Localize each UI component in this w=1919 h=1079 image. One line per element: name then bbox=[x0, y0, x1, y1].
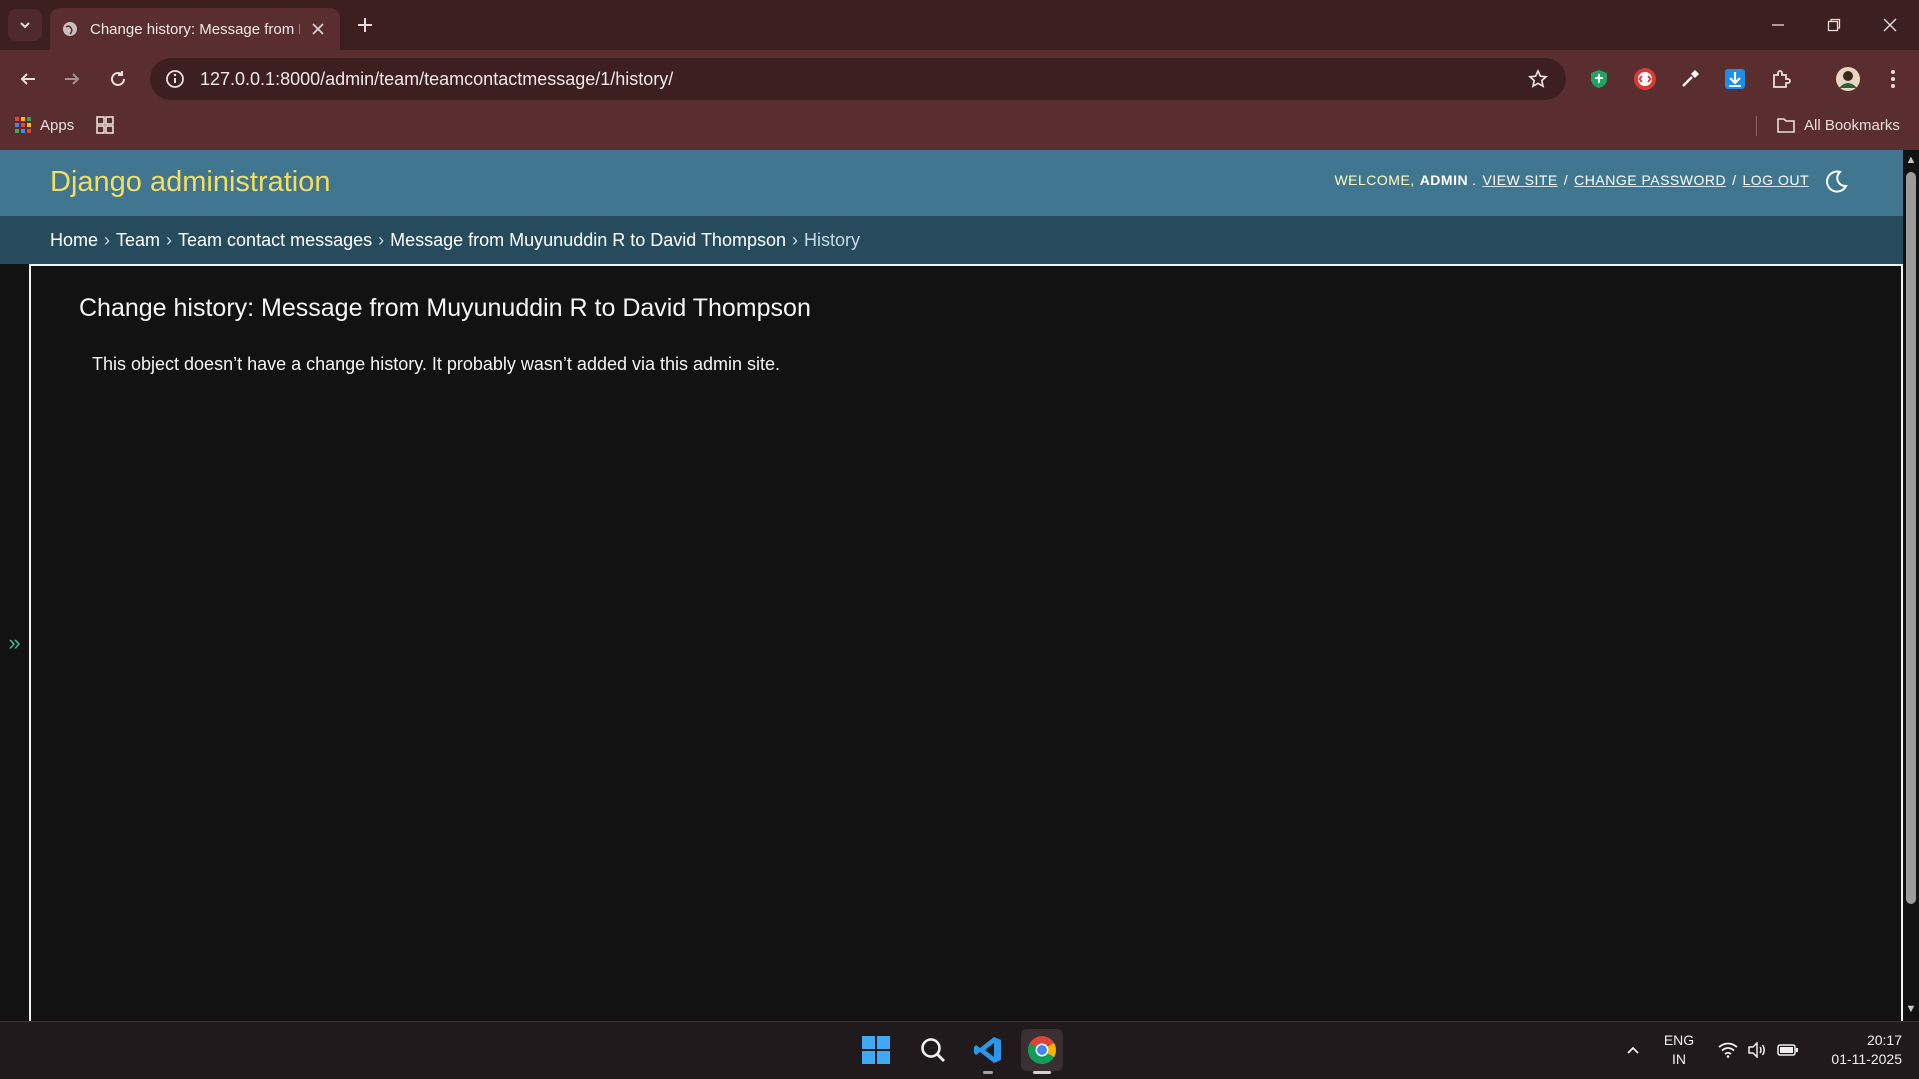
download-extension-icon[interactable] bbox=[1722, 66, 1748, 92]
nav-sidebar-toggle[interactable]: » bbox=[0, 264, 29, 1021]
address-bar[interactable]: 127.0.0.1:8000/admin/team/teamcontactmes… bbox=[150, 58, 1566, 100]
show-hidden-icons-button[interactable] bbox=[1620, 1029, 1646, 1071]
forward-button[interactable] bbox=[56, 63, 88, 95]
close-icon bbox=[1883, 18, 1897, 32]
wifi-icon[interactable] bbox=[1716, 1029, 1740, 1071]
language-indicator[interactable]: ENG IN bbox=[1652, 1031, 1706, 1069]
volume-icon[interactable] bbox=[1745, 1029, 1769, 1071]
folder-icon bbox=[1777, 118, 1795, 133]
breadcrumb-separator: › bbox=[791, 229, 798, 250]
site-info-icon[interactable] bbox=[164, 68, 186, 90]
bookmark-apps-label: Apps bbox=[40, 116, 75, 134]
scrollbar-thumb[interactable] bbox=[1906, 172, 1916, 904]
change-password-link[interactable]: CHANGE PASSWORD bbox=[1574, 172, 1726, 188]
restore-icon bbox=[1827, 18, 1841, 32]
chevron-down-icon bbox=[20, 22, 30, 29]
url-text[interactable]: 127.0.0.1:8000/admin/team/teamcontactmes… bbox=[200, 69, 1524, 90]
breadcrumb-current: History bbox=[803, 229, 860, 250]
breadcrumb-team-contact-messages[interactable]: Team contact messages bbox=[178, 230, 372, 251]
theme-toggle-button[interactable] bbox=[1820, 166, 1852, 198]
restore-button[interactable] bbox=[1814, 8, 1854, 42]
breadcrumb-message[interactable]: Message from Muyunuddin R to David Thomp… bbox=[390, 230, 786, 251]
tab-title: Change history: Message from Muyunuddin … bbox=[90, 20, 300, 38]
eyedropper-extension-icon[interactable] bbox=[1677, 66, 1703, 92]
breadcrumb-team[interactable]: Team bbox=[116, 230, 160, 251]
minimize-button[interactable] bbox=[1758, 8, 1798, 42]
breadcrumb-separator: › bbox=[104, 229, 111, 250]
bookmarks-divider bbox=[1756, 116, 1757, 136]
puzzle-extensions-icon[interactable] bbox=[1768, 66, 1794, 92]
shield-extension-icon[interactable] bbox=[1586, 66, 1612, 92]
apps-grid-icon bbox=[15, 117, 31, 133]
vscode-icon bbox=[974, 1037, 1001, 1063]
all-bookmarks-label: All Bookmarks bbox=[1804, 116, 1900, 134]
bookmarks-bar bbox=[0, 108, 1919, 150]
language-label: ENG bbox=[1663, 1032, 1695, 1048]
separator: / bbox=[1563, 172, 1569, 188]
all-bookmarks-button[interactable]: All Bookmarks bbox=[1776, 114, 1900, 136]
clock-time: 20:17 bbox=[1866, 1032, 1902, 1048]
start-button[interactable] bbox=[855, 1029, 897, 1071]
view-site-link[interactable]: VIEW SITE bbox=[1482, 172, 1557, 188]
browser-tab-active[interactable]: Change history: Message from Muyunuddin … bbox=[50, 8, 340, 50]
new-tab-button[interactable] bbox=[352, 12, 378, 38]
bookmark-apps[interactable]: Apps bbox=[14, 114, 74, 136]
log-out-link[interactable]: LOG OUT bbox=[1742, 172, 1809, 188]
no-history-message: This object doesn’t have a change histor… bbox=[92, 354, 781, 374]
scroll-down-arrow-icon[interactable]: ▼ bbox=[1904, 1003, 1918, 1015]
username: ADMIN bbox=[1419, 172, 1469, 188]
clock-date: 01-11-2025 bbox=[1831, 1051, 1902, 1067]
reload-button[interactable] bbox=[102, 63, 134, 95]
minimize-icon bbox=[1772, 24, 1784, 26]
profile-avatar[interactable] bbox=[1835, 66, 1861, 92]
back-button[interactable] bbox=[12, 63, 44, 95]
windows-logo-icon bbox=[862, 1036, 890, 1064]
close-window-button[interactable] bbox=[1870, 8, 1910, 42]
main-content: Change history: Message from Muyunuddin … bbox=[29, 264, 1903, 1021]
region-label: IN bbox=[1672, 1051, 1686, 1067]
breadcrumb-separator: › bbox=[378, 229, 385, 250]
chrome-active-indicator bbox=[1033, 1071, 1051, 1074]
welcome-label: WELCOME, bbox=[1334, 172, 1415, 188]
browser-menu-icon[interactable] bbox=[1880, 66, 1906, 92]
breadcrumb-home[interactable]: Home bbox=[50, 230, 98, 251]
scroll-up-arrow-icon[interactable]: ▲ bbox=[1904, 154, 1918, 166]
tab-groups-icon[interactable] bbox=[94, 114, 116, 136]
tab-search-button[interactable] bbox=[8, 9, 42, 41]
plus-icon bbox=[358, 18, 372, 32]
search-button[interactable] bbox=[912, 1029, 954, 1071]
moon-icon bbox=[1826, 170, 1848, 193]
chrome-taskbar-button[interactable] bbox=[1021, 1029, 1063, 1071]
user-tools: WELCOME, ADMIN. VIEW SITE / CHANGE PASSW… bbox=[1334, 172, 1809, 188]
vscode-taskbar-button[interactable] bbox=[967, 1029, 1009, 1071]
vscode-running-indicator bbox=[983, 1071, 993, 1074]
breadcrumb-separator: › bbox=[166, 229, 173, 250]
arrow-left-icon bbox=[20, 73, 35, 85]
bookmark-star-icon[interactable] bbox=[1524, 65, 1552, 93]
battery-icon[interactable] bbox=[1775, 1029, 1801, 1071]
search-icon bbox=[921, 1038, 945, 1062]
breadcrumb: Home › Team › Team contact messages › Me… bbox=[0, 216, 1903, 264]
site-branding[interactable]: Django administration bbox=[50, 166, 330, 199]
reload-icon bbox=[111, 71, 125, 86]
separator: / bbox=[1732, 172, 1737, 188]
system-clock[interactable]: 20:17 01-11-2025 bbox=[1808, 1031, 1902, 1069]
chrome-icon bbox=[1028, 1036, 1056, 1064]
chevron-up-icon bbox=[1627, 1046, 1639, 1054]
close-tab-icon[interactable] bbox=[308, 19, 328, 39]
page-title: Change history: Message from Muyunuddin … bbox=[79, 294, 811, 322]
globe-icon bbox=[62, 21, 78, 37]
arrow-right-icon bbox=[65, 73, 80, 85]
code-extension-icon[interactable] bbox=[1632, 66, 1658, 92]
